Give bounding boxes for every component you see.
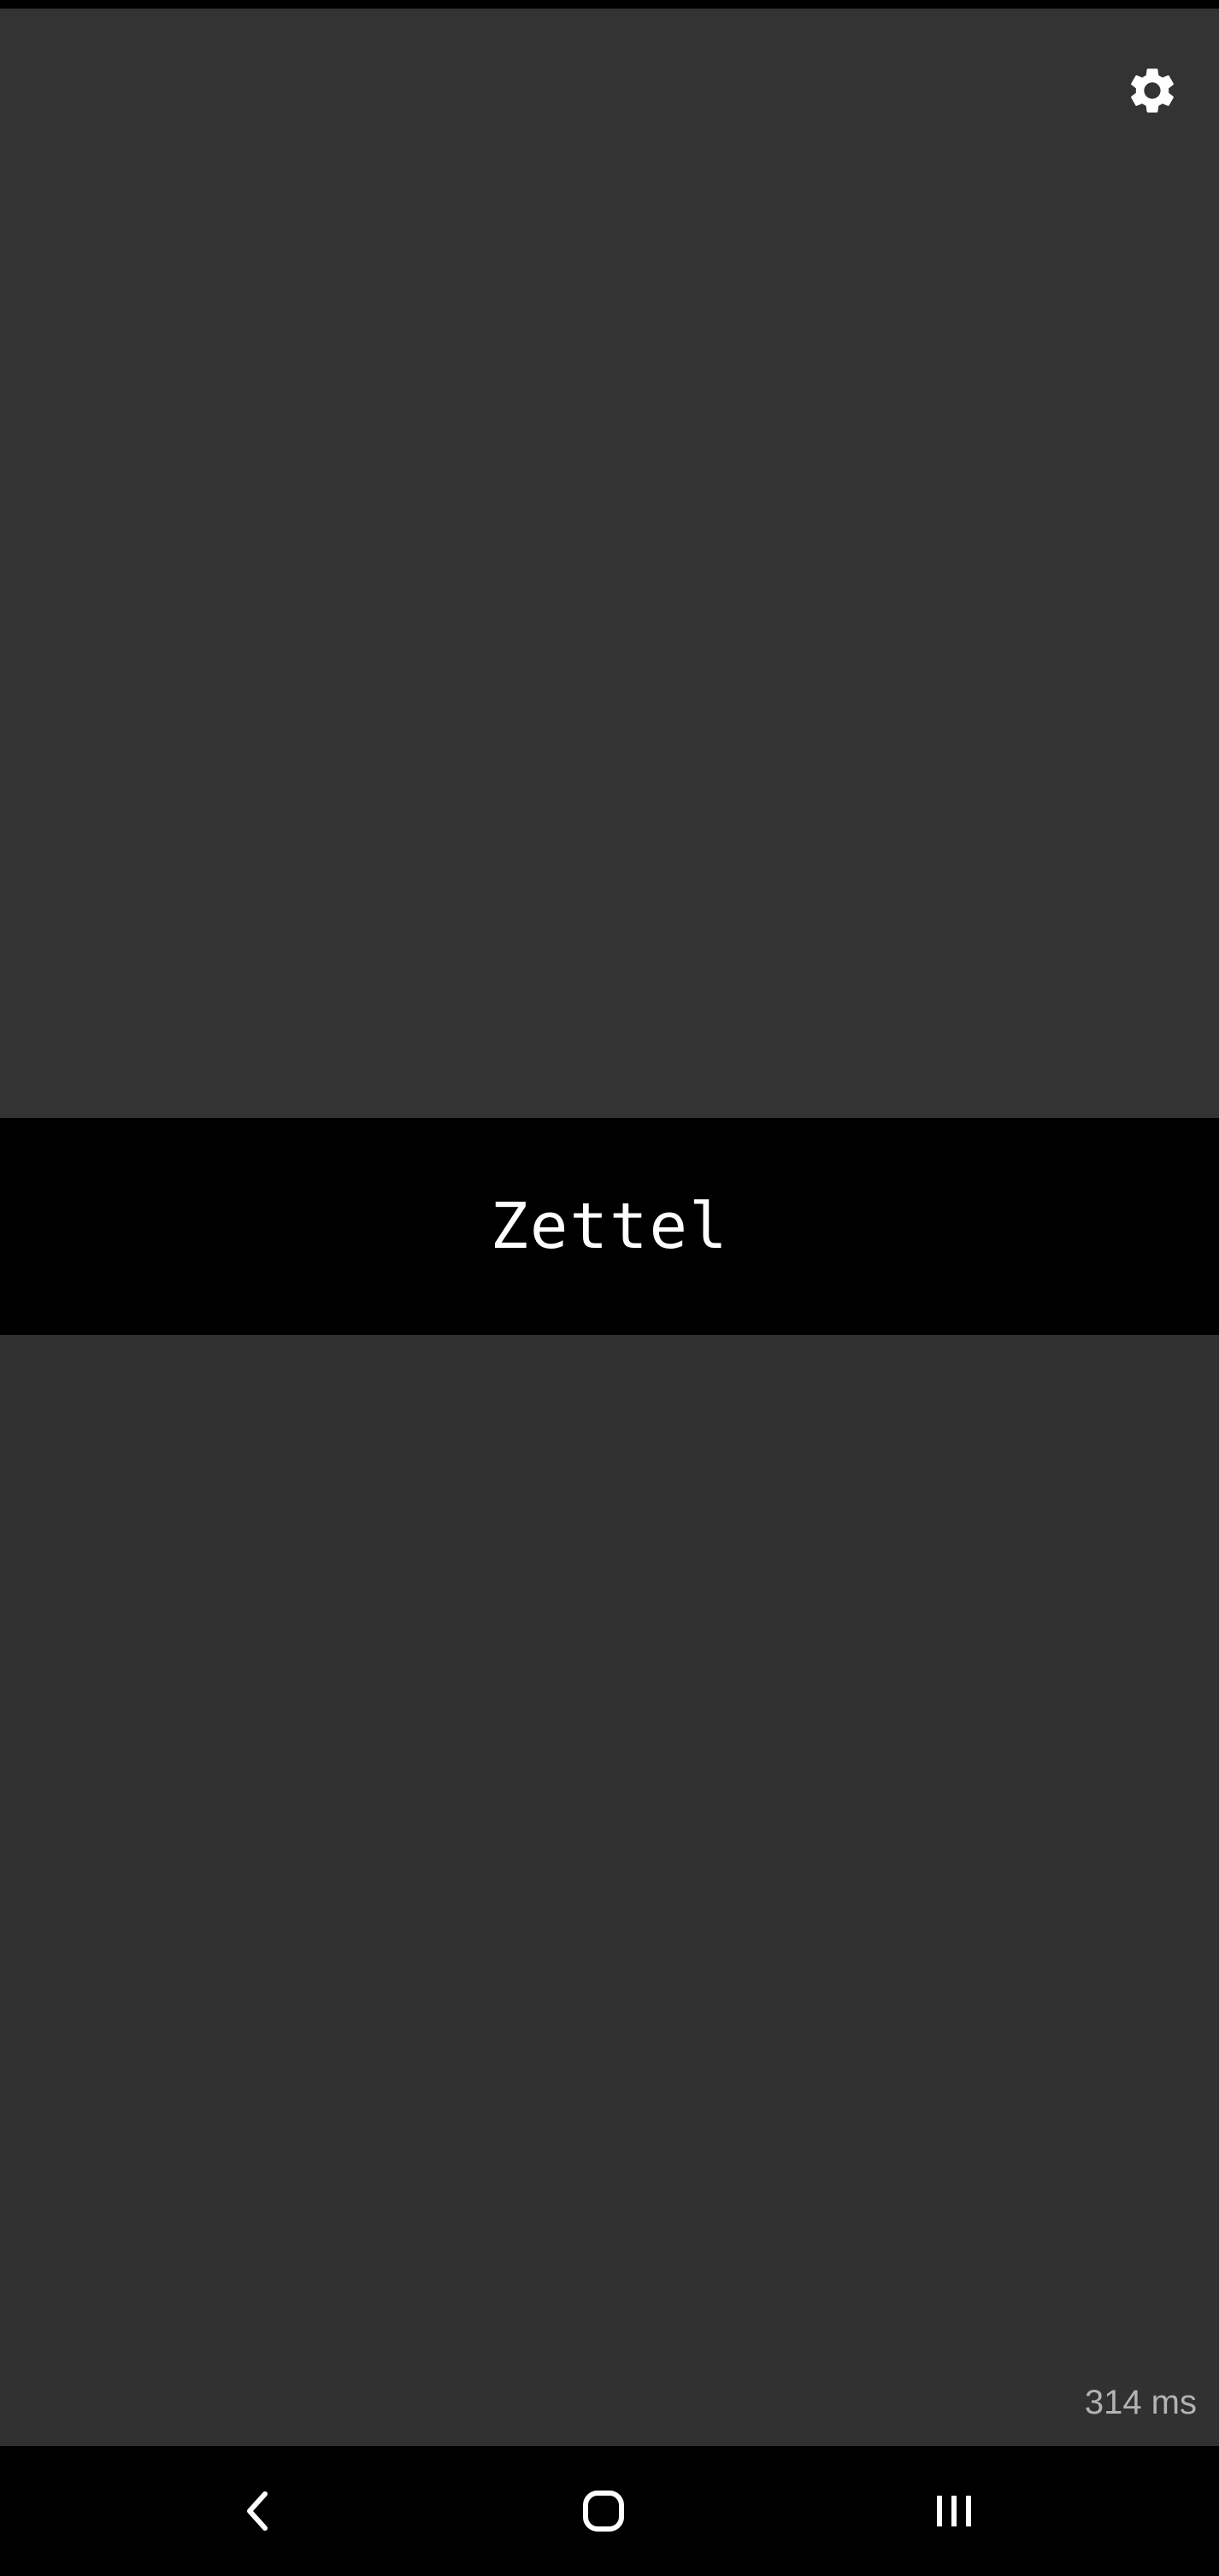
chevron-left-icon [239, 2489, 277, 2533]
system-nav-bar [0, 2446, 1219, 2576]
rounded-square-icon [581, 2489, 626, 2533]
app-title: Zettel [490, 1190, 729, 1263]
bottom-panel[interactable]: 314 ms [0, 1335, 1219, 2446]
back-button[interactable] [215, 2468, 301, 2554]
home-button[interactable] [561, 2468, 646, 2554]
recents-button[interactable] [911, 2468, 997, 2554]
top-panel[interactable] [0, 9, 1219, 1118]
three-bars-icon [933, 2492, 975, 2530]
app-screen: Zettel 314 ms [0, 0, 1219, 2576]
settings-button[interactable] [1120, 58, 1185, 123]
status-bar [0, 0, 1219, 9]
gear-icon [1125, 63, 1180, 118]
timing-label: 314 ms [1084, 2384, 1197, 2421]
title-bar: Zettel [0, 1118, 1219, 1335]
